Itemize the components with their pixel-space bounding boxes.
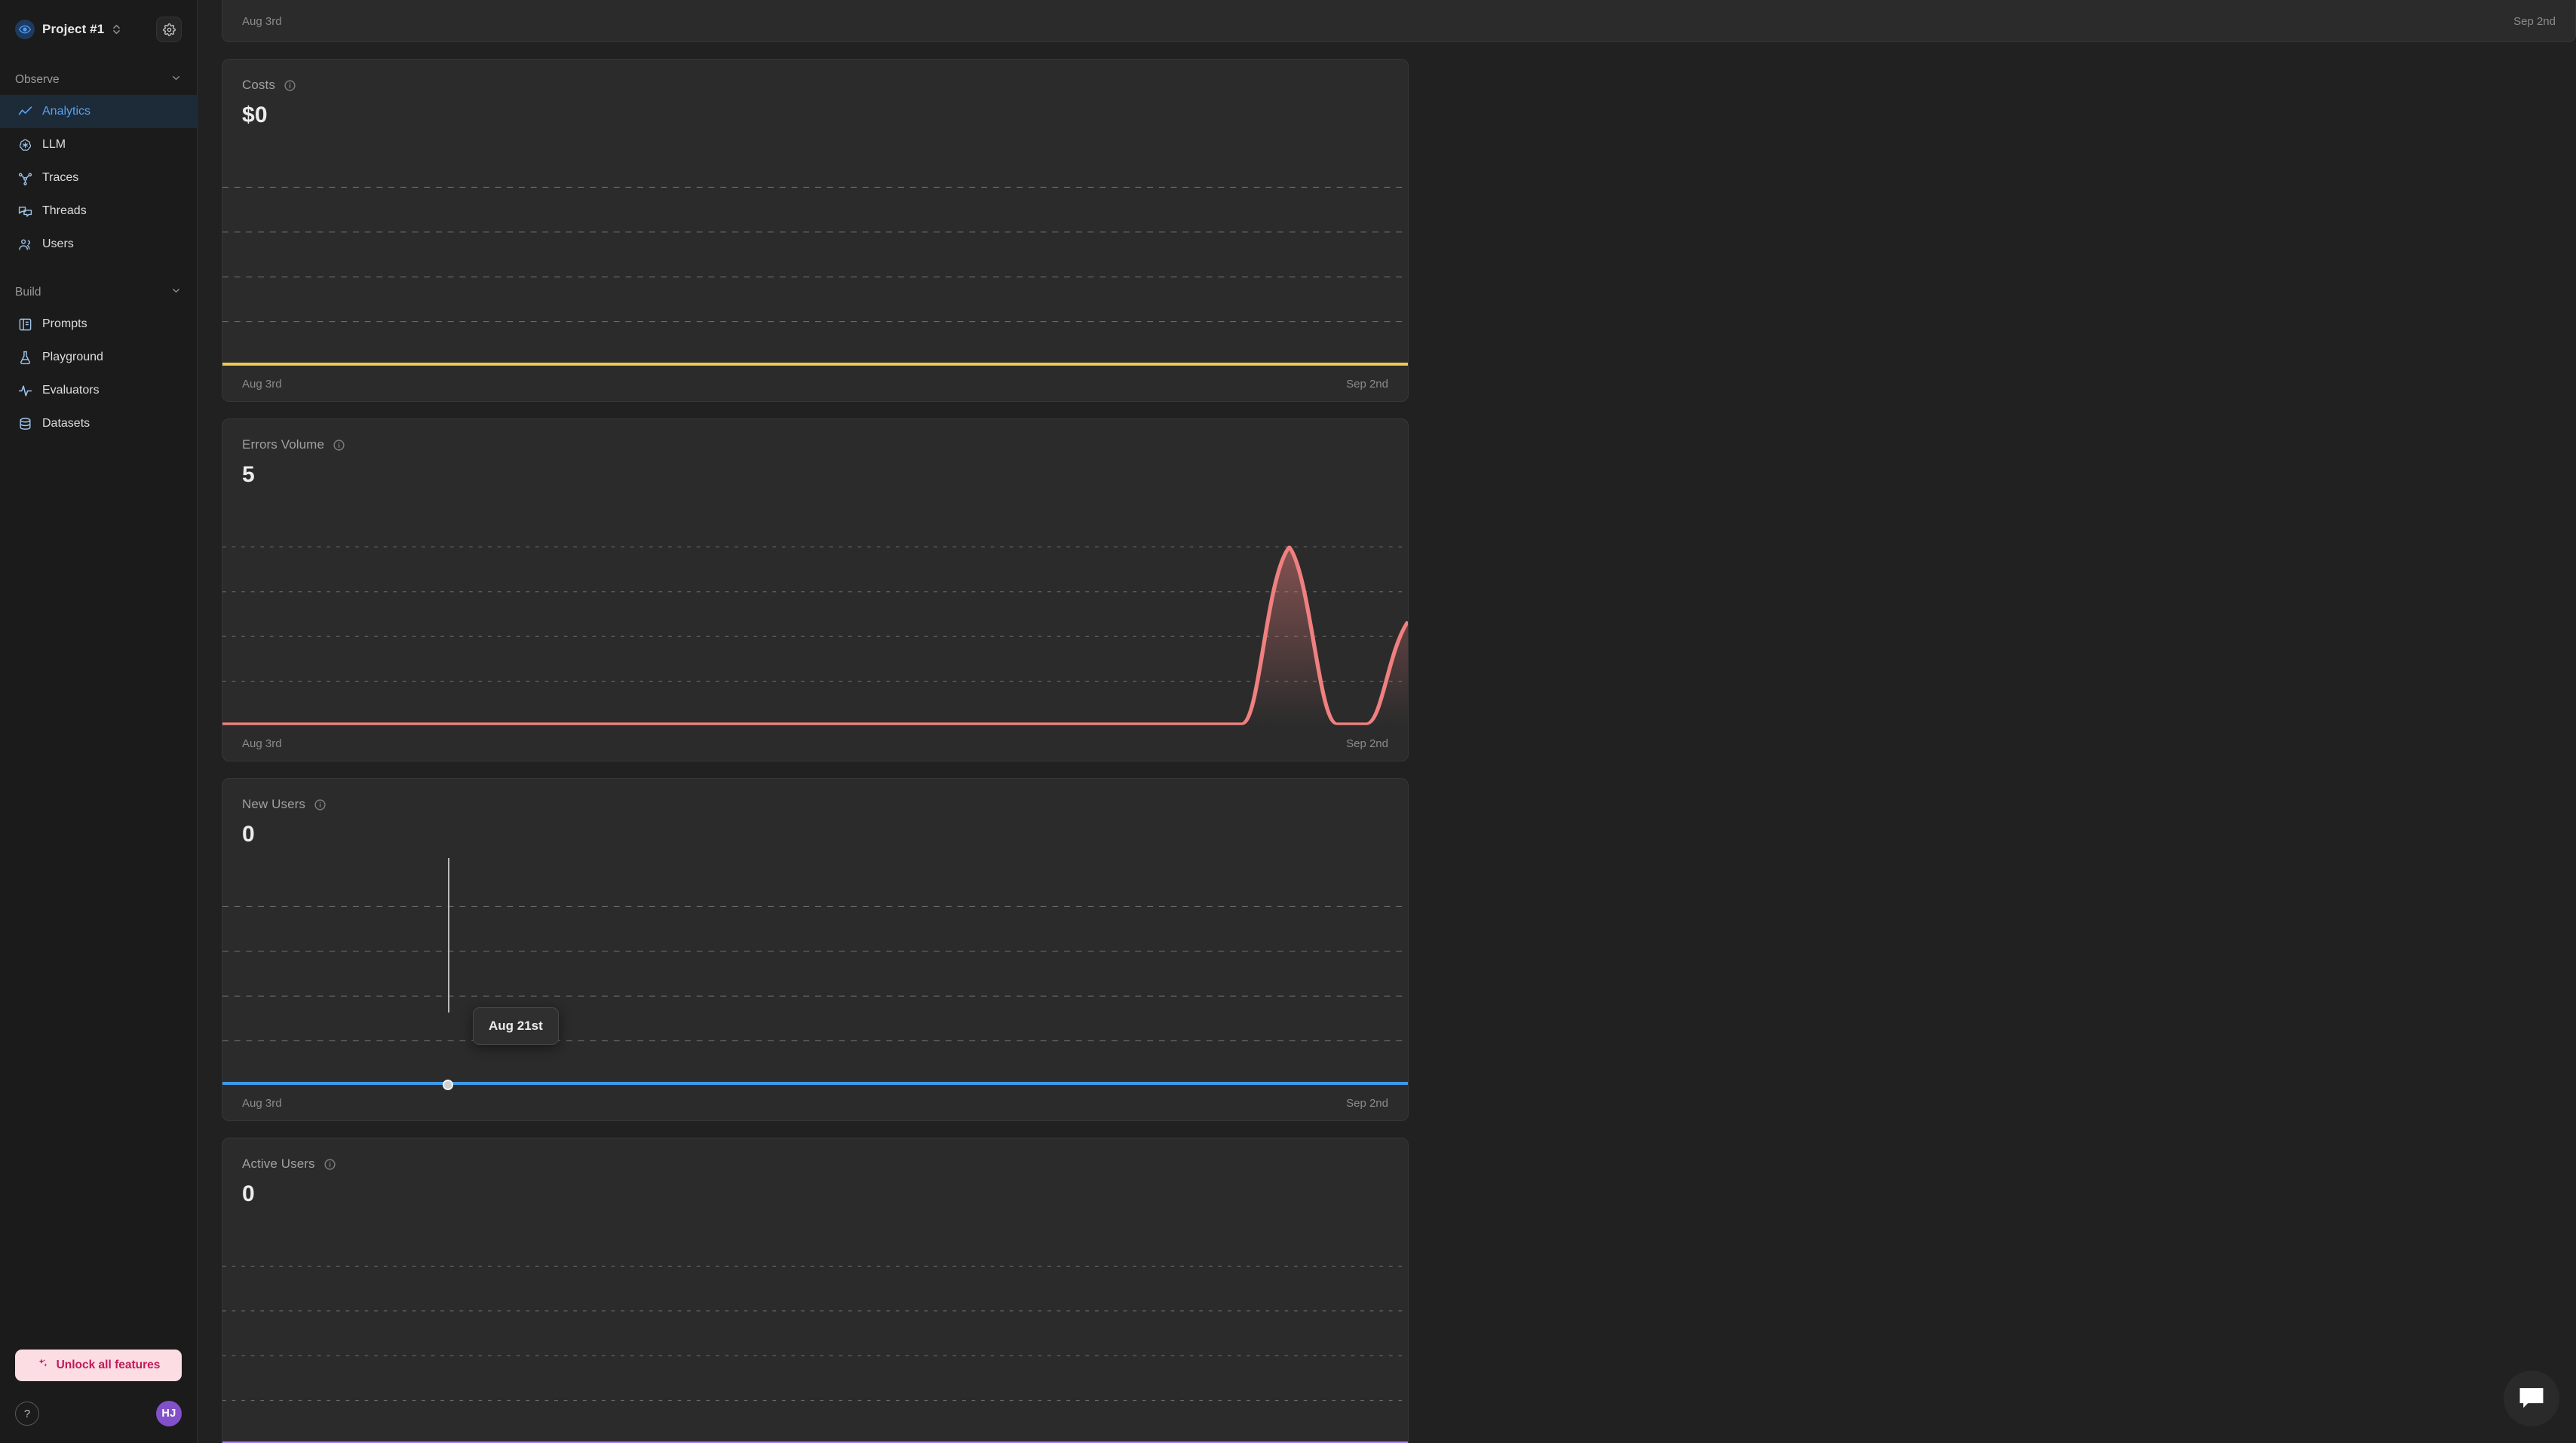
sidebar-item-users[interactable]: Users bbox=[0, 228, 197, 261]
nav-group-observe-header[interactable]: Observe bbox=[0, 65, 197, 95]
card-value: $0 bbox=[242, 103, 268, 127]
nav-group-label: Observe bbox=[15, 73, 60, 86]
sidebar-item-threads[interactable]: Threads bbox=[0, 195, 197, 228]
sidebar-item-label: Threads bbox=[42, 204, 87, 217]
sidebar-item-playground[interactable]: Playground bbox=[0, 341, 197, 374]
sidebar-item-label: Playground bbox=[42, 351, 103, 363]
chat-threads-icon bbox=[17, 204, 32, 219]
project-switcher[interactable]: Project #1 bbox=[0, 0, 197, 48]
axis-labels: Aug 3rd Sep 2nd bbox=[222, 1086, 1408, 1120]
chart-hover-point bbox=[443, 1080, 453, 1090]
analytics-dashboard: Aug 3rd Sep 2nd Costs $0 Aug 3rd Sep 2nd… bbox=[198, 0, 2576, 1443]
eye-logo-icon bbox=[15, 20, 35, 39]
info-icon[interactable] bbox=[324, 1158, 336, 1171]
sidebar-item-llm[interactable]: LLM bbox=[0, 128, 197, 161]
axis-start-label: Aug 3rd bbox=[242, 1096, 282, 1110]
nav-group-label: Build bbox=[15, 286, 41, 299]
database-icon bbox=[17, 416, 32, 431]
card-header: Active Users 0 bbox=[222, 1138, 1408, 1207]
openai-swirl-icon bbox=[17, 137, 32, 152]
chart-costs bbox=[222, 142, 1408, 366]
metric-card-clipped-top[interactable]: Aug 3rd Sep 2nd bbox=[222, 0, 2576, 42]
axis-start-label: Aug 3rd bbox=[242, 377, 282, 391]
line-chart-icon bbox=[17, 104, 32, 119]
card-title: Active Users bbox=[242, 1157, 315, 1171]
axis-labels: Aug 3rd Sep 2nd bbox=[222, 4, 2575, 38]
card-title: New Users bbox=[242, 797, 306, 811]
chart-active-users bbox=[222, 1221, 1408, 1443]
metric-card-new-users[interactable]: New Users 0 Aug 21st Aug 3rd Sep 2nd bbox=[222, 778, 1409, 1121]
chart-new-users bbox=[222, 862, 1408, 1086]
flask-icon bbox=[17, 350, 32, 365]
sidebar-item-label: Analytics bbox=[42, 105, 91, 118]
card-title: Costs bbox=[242, 78, 275, 92]
chart-errors-volume bbox=[222, 502, 1408, 726]
axis-end-label: Sep 2nd bbox=[1346, 1096, 1388, 1110]
axis-end-label: Sep 2nd bbox=[1346, 737, 1388, 750]
sidebar-item-label: LLM bbox=[42, 138, 66, 151]
card-value: 5 bbox=[242, 462, 255, 487]
card-header: Costs $0 bbox=[222, 60, 1408, 128]
axis-labels: Aug 3rd Sep 2nd bbox=[222, 726, 1408, 761]
sidebar-item-label: Datasets bbox=[42, 417, 90, 430]
users-icon bbox=[17, 237, 32, 252]
sidebar-item-prompts[interactable]: Prompts bbox=[0, 308, 197, 341]
card-header: Errors Volume 5 bbox=[222, 419, 1408, 488]
card-header: New Users 0 bbox=[222, 779, 1408, 847]
project-name: Project #1 bbox=[42, 22, 105, 36]
axis-labels: Aug 3rd Sep 2nd bbox=[222, 366, 1408, 401]
axis-start-label: Aug 3rd bbox=[242, 14, 282, 28]
chart-tooltip: Aug 21st bbox=[473, 1007, 559, 1045]
chat-bubble-icon[interactable] bbox=[2504, 1371, 2559, 1426]
sidebar-item-datasets[interactable]: Datasets bbox=[0, 407, 197, 440]
card-title: Errors Volume bbox=[242, 437, 325, 452]
sidebar: Project #1 Observe Analytics LLM Traces … bbox=[0, 0, 198, 1443]
chevron-down-icon[interactable] bbox=[170, 285, 182, 300]
chevron-down-icon[interactable] bbox=[170, 72, 182, 87]
chevron-updown-icon[interactable] bbox=[112, 23, 121, 35]
metric-card-active-users[interactable]: Active Users 0 bbox=[222, 1138, 1409, 1443]
sidebar-item-label: Evaluators bbox=[42, 384, 100, 397]
nav-group-build-header[interactable]: Build bbox=[0, 277, 197, 308]
axis-end-label: Sep 2nd bbox=[1346, 377, 1388, 391]
sidebar-item-label: Prompts bbox=[42, 317, 87, 330]
metric-card-costs[interactable]: Costs $0 Aug 3rd Sep 2nd bbox=[222, 59, 1409, 402]
metric-card-errors-volume[interactable]: Errors Volume 5 Aug 3rd Sep 2nd bbox=[222, 418, 1409, 761]
sidebar-item-label: Users bbox=[42, 237, 74, 250]
sidebar-item-traces[interactable]: Traces bbox=[0, 161, 197, 195]
axis-start-label: Aug 3rd bbox=[242, 737, 282, 750]
book-icon bbox=[17, 317, 32, 332]
traces-tree-icon bbox=[17, 170, 32, 185]
card-value: 0 bbox=[242, 822, 255, 847]
unlock-all-features-button[interactable]: Unlock all features bbox=[15, 1350, 182, 1381]
help-icon[interactable]: ? bbox=[15, 1402, 39, 1426]
info-icon[interactable] bbox=[333, 439, 345, 452]
info-icon[interactable] bbox=[284, 79, 296, 92]
sparkles-icon bbox=[37, 1358, 49, 1374]
unlock-label: Unlock all features bbox=[56, 1359, 161, 1371]
card-value: 0 bbox=[242, 1181, 255, 1206]
pulse-icon bbox=[17, 383, 32, 398]
info-icon[interactable] bbox=[314, 798, 327, 811]
axis-end-label: Sep 2nd bbox=[2513, 14, 2556, 28]
chart-crosshair bbox=[448, 858, 449, 1013]
app-root: Project #1 Observe Analytics LLM Traces … bbox=[0, 0, 2576, 1443]
sidebar-item-label: Traces bbox=[42, 171, 79, 184]
sidebar-item-analytics[interactable]: Analytics bbox=[0, 95, 197, 128]
metric-card-grid: Aug 3rd Sep 2nd Costs $0 Aug 3rd Sep 2nd… bbox=[222, 0, 2576, 1443]
sidebar-item-evaluators[interactable]: Evaluators bbox=[0, 374, 197, 407]
sidebar-footer: ? HJ bbox=[0, 1401, 197, 1443]
avatar[interactable]: HJ bbox=[156, 1401, 182, 1426]
gear-icon[interactable] bbox=[156, 17, 182, 42]
